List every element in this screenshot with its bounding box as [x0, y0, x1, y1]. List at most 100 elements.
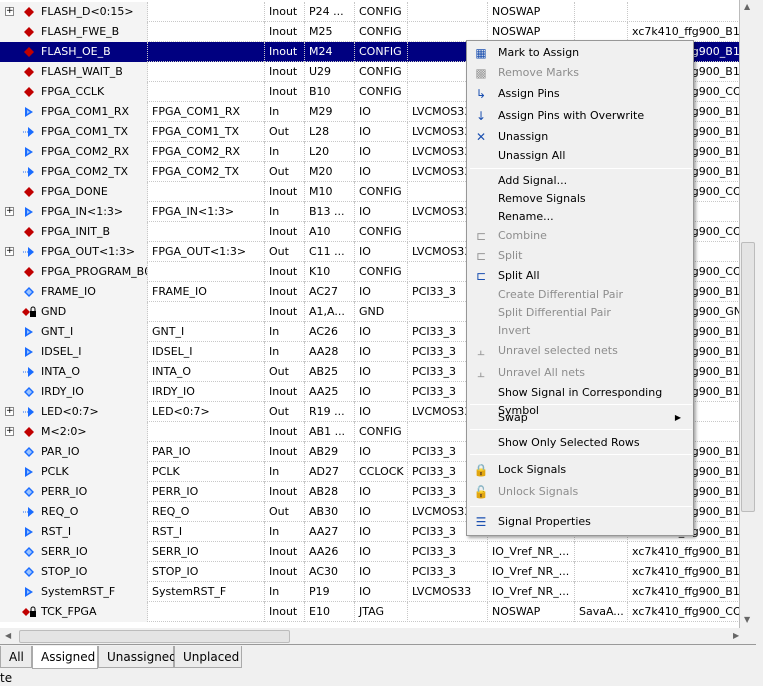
cell-net-name: IDSEL_I [148, 342, 265, 362]
cell-net-name: FPGA_COM1_TX [148, 122, 265, 142]
menu-separator [470, 404, 692, 405]
cell-pin-type: IO [355, 322, 408, 342]
table-row[interactable]: TCK_FPGA Inout E10 JTAG NOSWAP SavaA... xc7k41… [0, 602, 739, 622]
cell-signal-name: FRAME_IO [0, 282, 148, 302]
expand-icon[interactable]: + [5, 427, 14, 436]
menu-item-remove-marks[interactable]: ▩ Remove Marks [467, 64, 693, 82]
table-row[interactable]: STOP_IO STOP_IO Inout AC30 IO PCI33_3 IO_Vref_… [0, 562, 739, 582]
cell-net-name: RST_I [148, 522, 265, 542]
horizontal-scrollbar[interactable]: ◀ ▶ [0, 628, 756, 645]
tab-unplaced[interactable]: Unplaced [174, 646, 242, 668]
cell-direction: Inout [265, 262, 305, 282]
cell-group [575, 562, 628, 582]
cell-group [575, 22, 628, 42]
cell-group [575, 582, 628, 602]
cell-signal-name: FLASH_FWE_B [0, 22, 148, 42]
tab-all[interactable]: All [0, 646, 32, 668]
menu-item-remove-signals[interactable]: Remove Signals [467, 190, 693, 208]
cell-direction: Out [265, 122, 305, 142]
cell-signal-name: FPGA_PROGRAM_B0 [0, 262, 148, 282]
menu-item-assign-pins-with-overwrite[interactable]: ↓ Assign Pins with Overwrite [467, 107, 693, 125]
menu-separator [470, 168, 692, 169]
cell-pin: K10 [305, 262, 355, 282]
menu-item-unravel-selected-nets[interactable]: ⫠ Unravel selected nets [467, 342, 693, 360]
menu-item-label: Combine [498, 229, 547, 242]
expand-icon[interactable]: + [5, 207, 14, 216]
cell-io-standard: LVCMOS33 [408, 582, 488, 602]
vertical-scroll-thumb[interactable] [741, 242, 755, 512]
menu-item-mark-to-assign[interactable]: ▦ Mark to Assign [467, 44, 693, 62]
vertical-scrollbar[interactable]: ▲ ▼ [740, 0, 756, 628]
menu-item-signal-properties[interactable]: ☰ Signal Properties [467, 513, 693, 531]
menu-item-show-only-selected-rows[interactable]: Show Only Selected Rows [467, 434, 693, 452]
cell-net-name [148, 222, 265, 242]
cell-pin: L28 [305, 122, 355, 142]
expand-icon[interactable]: + [5, 7, 14, 16]
cell-direction: Out [265, 162, 305, 182]
signal-name-text: FPGA_CCLK [41, 85, 105, 98]
menu-item-split-differential-pair[interactable]: Split Differential Pair [467, 304, 693, 322]
menu-item-unassign[interactable]: ✕ Unassign [467, 128, 693, 146]
menu-item-unravel-all-nets[interactable]: ⫠ Unravel All nets [467, 364, 693, 382]
cell-net-name: SERR_IO [148, 542, 265, 562]
menu-item-add-signal[interactable]: Add Signal... [467, 172, 693, 190]
menu-item-unassign-all[interactable]: Unassign All [467, 147, 693, 165]
tab-unassigned[interactable]: Unassigned [98, 646, 177, 668]
cell-pin-type: IO [355, 542, 408, 562]
cell-direction: Inout [265, 602, 305, 622]
menu-item-lock-signals[interactable]: 🔒 Lock Signals [467, 461, 693, 479]
cell-direction: In [265, 522, 305, 542]
cell-signal-name: + FLASH_D<0:15> [0, 2, 148, 22]
cell-pin: AC27 [305, 282, 355, 302]
cell-io-standard [408, 602, 488, 622]
menu-item-create-differential-pair[interactable]: Create Differential Pair [467, 286, 693, 304]
cell-pin: AB30 [305, 502, 355, 522]
menu-item-show-signal-in-corresponding-symbol[interactable]: Show Signal in Corresponding Symbol [467, 384, 693, 417]
cell-pin-type: IO [355, 282, 408, 302]
menu-item-invert[interactable]: Invert [467, 322, 693, 340]
horizontal-scroll-thumb[interactable] [19, 630, 290, 643]
tab-assigned[interactable]: Assigned [32, 646, 98, 669]
table-row[interactable]: FLASH_FWE_B Inout M25 CONFIG NOSWAP xc7k410_f… [0, 22, 739, 42]
cell-signal-name: + FPGA_OUT<1:3> [0, 242, 148, 262]
table-row[interactable]: SystemRST_F SystemRST_F In P19 IO LVCMOS33 IO_… [0, 582, 739, 602]
menu-item-assign-pins[interactable]: ↳ Assign Pins [467, 85, 693, 103]
cell-pin-type: CONFIG [355, 262, 408, 282]
cell-pin: B10 [305, 82, 355, 102]
menu-item-split-all[interactable]: ⊏ Split All [467, 267, 693, 285]
scroll-left-icon[interactable]: ◀ [5, 631, 11, 640]
table-row[interactable]: + FLASH_D<0:15> Inout P24 ... CONFIG NOSWAP [0, 2, 739, 22]
menu-item-split[interactable]: ⊏ Split [467, 247, 693, 265]
cell-net-name: INTA_O [148, 362, 265, 382]
cell-signal-name: FPGA_COM2_TX [0, 162, 148, 182]
cell-direction: Inout [265, 562, 305, 582]
table-row[interactable]: SERR_IO SERR_IO Inout AA26 IO PCI33_3 IO_Vref_… [0, 542, 739, 562]
menu-item-unlock-signals[interactable]: 🔓 Unlock Signals [467, 483, 693, 501]
cell-net-name: REQ_O [148, 502, 265, 522]
cell-pin-type: IO [355, 362, 408, 382]
menu-item-combine[interactable]: ⊏ Combine [467, 227, 693, 245]
cell-pin: R19 ... [305, 402, 355, 422]
cell-pin: P19 [305, 582, 355, 602]
scroll-right-icon[interactable]: ▶ [733, 631, 739, 640]
menu-item-rename[interactable]: Rename... [467, 208, 693, 226]
scroll-down-icon[interactable]: ▼ [744, 615, 750, 624]
cell-net-name: STOP_IO [148, 562, 265, 582]
cell-pin-type: IO [355, 402, 408, 422]
cell-swap: NOSWAP [488, 602, 575, 622]
cell-signal-name: FLASH_OE_B [0, 42, 148, 62]
scroll-up-icon[interactable]: ▲ [744, 2, 750, 11]
cell-pin-type: IO [355, 382, 408, 402]
menu-item-swap[interactable]: Swap ▶ [467, 409, 693, 427]
cell-pin-type: CCLOCK [355, 462, 408, 482]
signal-name-text: FRAME_IO [41, 285, 96, 298]
cell-pin-type: CONFIG [355, 42, 408, 62]
signal-name-text: PAR_IO [41, 445, 80, 458]
lock-icon: 🔒 [473, 463, 489, 477]
cell-group [575, 2, 628, 22]
expand-icon[interactable]: + [5, 247, 14, 256]
expand-icon[interactable]: + [5, 407, 14, 416]
assign-pins-icon: ↳ [475, 87, 487, 101]
cell-pin: M24 [305, 42, 355, 62]
signal-name-text: REQ_O [41, 505, 79, 518]
